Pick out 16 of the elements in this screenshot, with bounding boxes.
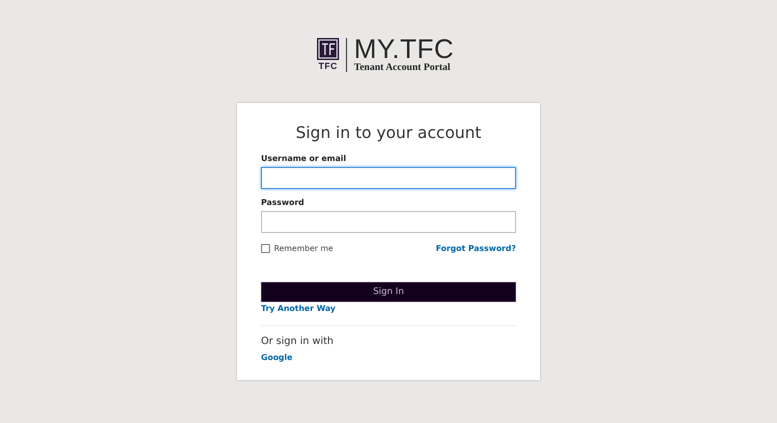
field-label: Password — [261, 198, 306, 207]
field-label: Username or email — [261, 154, 348, 163]
input-field[interactable] — [261, 211, 516, 233]
checkbox-label: Remember me — [274, 244, 334, 253]
sign-in-button[interactable]: Sign In — [261, 282, 516, 302]
try-another-way-link[interactable]: Try Another Way — [261, 304, 336, 313]
input-field[interactable] — [261, 167, 516, 189]
forgot-password-link[interactable]: Forgot Password? — [436, 244, 516, 253]
logo-icon — [316, 38, 339, 60]
section-heading: Or sign in with — [261, 336, 335, 347]
logo-subtitle: Tenant Account Portal — [354, 62, 452, 73]
logo-caption: TFC — [318, 61, 338, 71]
form-heading: Sign in to your account — [294, 123, 482, 142]
provider-link[interactable]: Google — [261, 353, 292, 362]
checkbox[interactable] — [261, 244, 270, 253]
logo-title: MY.TFC — [354, 36, 454, 62]
